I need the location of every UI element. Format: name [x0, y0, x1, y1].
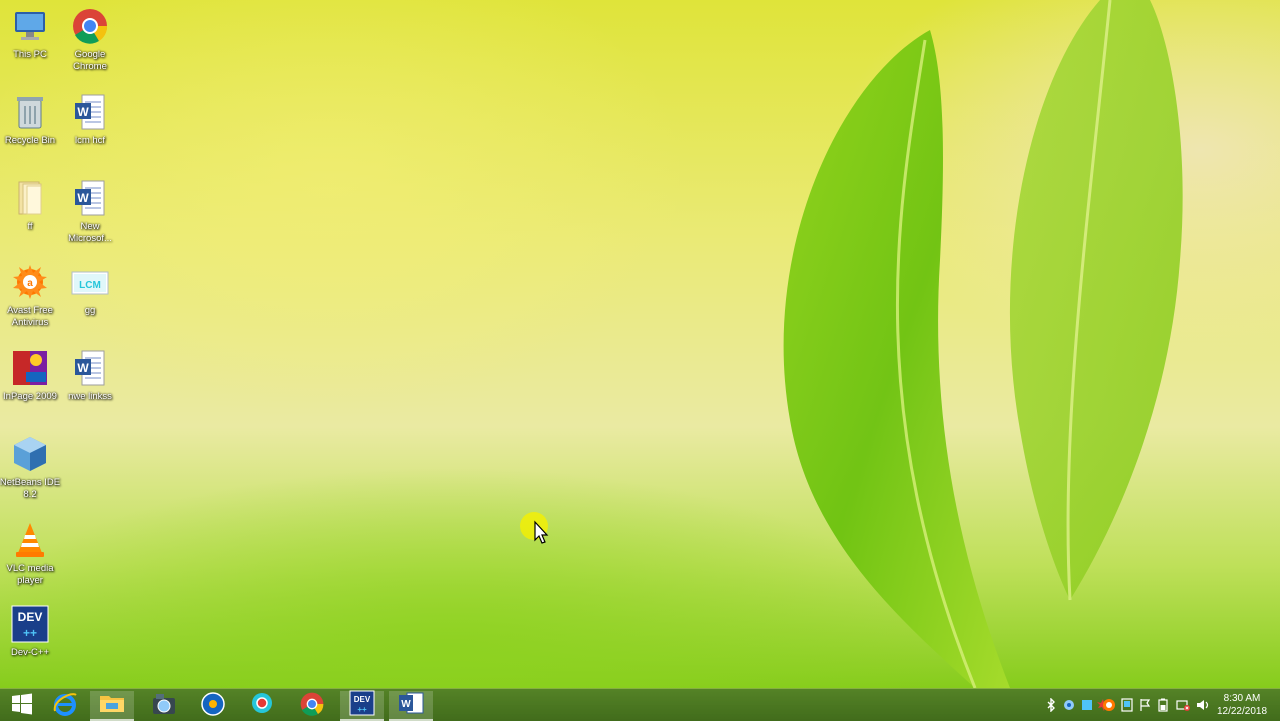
- taskbar-dev-cpp[interactable]: DEV ++: [340, 690, 384, 721]
- desktop-icon-ff[interactable]: ff: [0, 174, 60, 254]
- camera-app-icon: [151, 692, 177, 721]
- taskbar-media-player[interactable]: [191, 691, 235, 721]
- computer-icon: [10, 6, 50, 46]
- word-document-icon: W: [70, 178, 110, 218]
- taskbar: DEV ++ W 8:30 AM 12/22/2018: [0, 688, 1280, 721]
- desktop-icon-nwe-linkss[interactable]: W nwe linkss: [60, 344, 120, 424]
- recycle-bin-icon: [10, 92, 50, 132]
- clock-date: 12/22/2018: [1216, 706, 1268, 717]
- chrome-icon: [300, 692, 324, 721]
- media-player-icon: [200, 691, 226, 722]
- desktop-icon-label: Google Chrome: [73, 49, 107, 72]
- desktop-icon-label: gg: [84, 305, 96, 316]
- svg-text:LCM: LCM: [79, 280, 101, 291]
- svg-text:a: a: [27, 278, 33, 289]
- avast-tray-icon[interactable]: [1102, 698, 1116, 712]
- taskbar-file-explorer[interactable]: [90, 691, 134, 721]
- desktop-icon-gg[interactable]: LCM gg: [60, 258, 120, 338]
- system-clock[interactable]: 8:30 AM 12/22/2018: [1212, 692, 1272, 718]
- svg-text:++: ++: [357, 705, 367, 714]
- dev-cpp-icon: DEV ++: [10, 604, 50, 644]
- folder-icon: [10, 178, 50, 218]
- svg-text:W: W: [77, 191, 89, 205]
- svg-text:W: W: [77, 105, 89, 119]
- wifi-disconnected-icon[interactable]: [1176, 698, 1190, 712]
- desktop-icon-vlc[interactable]: VLC media player: [0, 516, 60, 596]
- desktop-icon-label: Recycle Bin: [4, 135, 56, 146]
- desktop-wallpaper: [0, 0, 1280, 688]
- taskbar-recorder-app[interactable]: [240, 691, 284, 721]
- volume-icon[interactable]: [1196, 698, 1210, 712]
- tablet-tray-icon[interactable]: [1120, 698, 1134, 712]
- word-document-icon: W: [70, 92, 110, 132]
- bluetooth-icon[interactable]: [1044, 698, 1058, 712]
- vlc-cone-icon: [10, 520, 50, 560]
- svg-text:W: W: [77, 361, 89, 375]
- desktop-icon-dev-cpp[interactable]: DEV ++ Dev-C++: [0, 600, 60, 680]
- battery-icon[interactable]: [1156, 698, 1170, 712]
- chrome-icon: [70, 6, 110, 46]
- desktop-icon-label: NetBeans IDE 8.2: [0, 477, 61, 500]
- svg-text:++: ++: [23, 626, 37, 640]
- svg-text:DEV: DEV: [18, 610, 43, 624]
- inpage-icon: [10, 348, 50, 388]
- taskbar-internet-explorer[interactable]: [43, 691, 87, 721]
- svg-text:W: W: [401, 699, 411, 710]
- desktop-icon-lcm-hcf[interactable]: W lcm hcf: [60, 88, 120, 168]
- desktop-icon-recycle-bin[interactable]: Recycle Bin: [0, 88, 60, 168]
- app-tray-icon[interactable]: [1080, 698, 1094, 712]
- recorder-app-icon: [249, 691, 275, 722]
- desktop-icon-new-microsoft[interactable]: W New Microsof...: [60, 174, 120, 254]
- desktop-icon-label: This PC: [13, 49, 47, 60]
- network-status-icon[interactable]: [1062, 698, 1076, 712]
- taskbar-word[interactable]: W: [389, 691, 433, 721]
- taskbar-camera-app[interactable]: [142, 691, 186, 721]
- taskbar-chrome[interactable]: [290, 691, 334, 721]
- svg-text:DEV: DEV: [354, 695, 371, 704]
- desktop-icon-label: Avast Free Antivirus: [7, 305, 53, 328]
- desktop-icon-google-chrome[interactable]: Google Chrome: [60, 2, 120, 82]
- desktop-icon-avast[interactable]: a Avast Free Antivirus: [0, 258, 60, 338]
- desktop-icon-this-pc[interactable]: This PC: [0, 2, 60, 82]
- start-button[interactable]: [0, 691, 44, 721]
- leaf-illustration: [783, 0, 1183, 688]
- word-icon: W: [398, 691, 424, 720]
- file-explorer-icon: [99, 692, 125, 719]
- dev-cpp-icon: DEV ++: [349, 690, 375, 721]
- desktop-icon-label: nwe linkss: [68, 391, 112, 402]
- internet-explorer-icon: [52, 691, 78, 722]
- desktop-icon-label: Dev-C++: [10, 647, 49, 658]
- windows-start-icon: [11, 693, 33, 720]
- desktop-icon-label: VLC media player: [6, 563, 54, 586]
- desktop-icon-label: InPage 2009: [3, 391, 57, 402]
- desktop-icon-label: lcm hcf: [74, 135, 106, 146]
- image-file-icon: LCM: [70, 262, 110, 302]
- desktop-icon-inpage[interactable]: InPage 2009: [0, 344, 60, 424]
- netbeans-cube-icon: [10, 434, 50, 474]
- flag-tray-icon[interactable]: [1138, 698, 1152, 712]
- word-document-icon: W: [70, 348, 110, 388]
- desktop-icon-netbeans[interactable]: NetBeans IDE 8.2: [0, 430, 60, 510]
- mouse-cursor-icon: [520, 512, 554, 546]
- desktop-icon-label: ff: [27, 221, 33, 232]
- clock-time: 8:30 AM: [1223, 693, 1261, 704]
- avast-icon: a: [10, 262, 50, 302]
- desktop-icon-label: New Microsof...: [68, 221, 112, 244]
